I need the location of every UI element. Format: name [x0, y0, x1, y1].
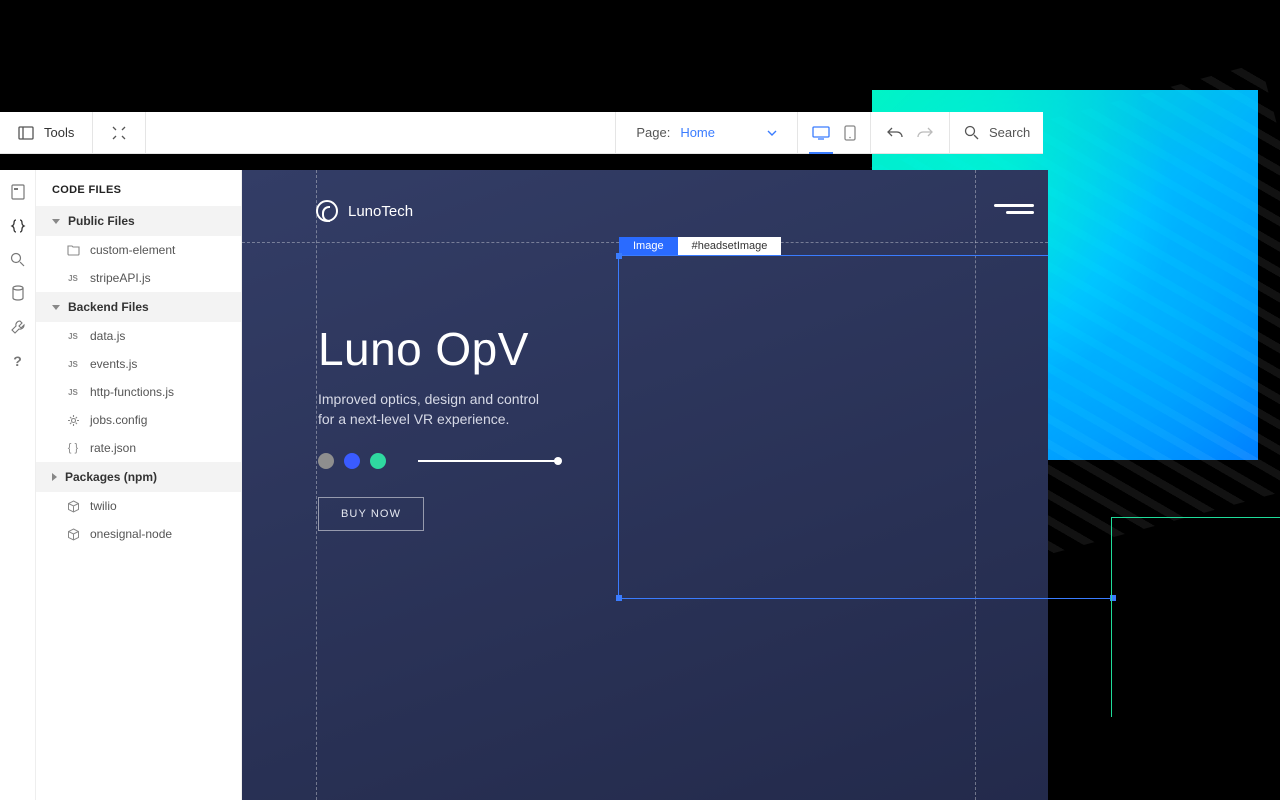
design-canvas[interactable]: LunoTech Luno OpV Improved optics, desig…	[242, 170, 1048, 800]
page-label: Page:	[636, 125, 670, 140]
rail-database-icon[interactable]	[10, 285, 26, 301]
desktop-device-button[interactable]	[812, 125, 830, 141]
desktop-icon	[812, 125, 830, 141]
file-item[interactable]: jobs.config	[36, 406, 241, 434]
swatch-1[interactable]	[318, 453, 334, 469]
search-button[interactable]: Search	[950, 125, 1044, 140]
accent-line-h	[1111, 517, 1280, 518]
file-item[interactable]: JS data.js	[36, 322, 241, 350]
file-item[interactable]: onesignal-node	[36, 520, 241, 548]
file-group-header[interactable]: Public Files	[36, 206, 241, 236]
brand-logo-icon	[316, 200, 338, 222]
collapse-icon	[111, 125, 127, 141]
rail-search-icon[interactable]	[10, 252, 25, 267]
top-toolbar-right: Search	[871, 112, 1043, 154]
undo-icon	[887, 126, 903, 140]
rail-tools-icon[interactable]	[10, 319, 26, 335]
search-icon	[964, 125, 979, 140]
swatch-2[interactable]	[344, 453, 360, 469]
file-name: data.js	[90, 329, 125, 343]
pkg-icon	[66, 500, 80, 513]
search-label: Search	[989, 125, 1030, 140]
hero-section: Luno OpV Improved optics, design and con…	[318, 322, 558, 531]
brand-name: LunoTech	[348, 203, 413, 220]
file-item[interactable]: JS events.js	[36, 350, 241, 378]
slider-track[interactable]	[418, 460, 558, 462]
js-icon: JS	[66, 332, 80, 341]
js-icon: JS	[66, 360, 80, 369]
file-name: custom-element	[90, 243, 175, 257]
file-name: onesignal-node	[90, 527, 172, 541]
file-item[interactable]: JS stripeAPI.js	[36, 264, 241, 292]
hero-subtitle: Improved optics, design and control for …	[318, 390, 558, 429]
file-name: stripeAPI.js	[90, 271, 151, 285]
selection-id-tag[interactable]: #headsetImage	[678, 237, 782, 255]
collapse-button[interactable]	[93, 112, 146, 153]
gear-icon	[66, 414, 80, 427]
mobile-icon	[844, 125, 856, 141]
tools-button[interactable]: Tools	[0, 112, 93, 153]
device-switcher	[798, 112, 871, 153]
js-icon: JS	[66, 388, 80, 397]
selection-type-tag[interactable]: Image	[619, 237, 678, 255]
selection-outline[interactable]: Image #headsetImage	[618, 255, 1048, 599]
selection-edge-bottom	[618, 598, 1114, 599]
file-group-header[interactable]: Backend Files	[36, 292, 241, 322]
file-name: http-functions.js	[90, 385, 174, 399]
chevron-down-icon	[767, 128, 777, 138]
hero-title: Luno OpV	[318, 322, 558, 376]
panel-icon	[18, 125, 34, 141]
rail-braces-icon[interactable]	[10, 218, 26, 234]
guide-vertical-left	[316, 170, 317, 800]
site-brand[interactable]: LunoTech	[316, 200, 413, 222]
folder-icon	[66, 244, 80, 256]
resize-handle-tl[interactable]	[616, 253, 622, 259]
accent-line-v	[1111, 517, 1112, 717]
redo-icon	[917, 126, 933, 140]
left-rail: ?	[0, 170, 36, 800]
file-item[interactable]: twilio	[36, 492, 241, 520]
mobile-device-button[interactable]	[844, 125, 856, 141]
rail-page-icon[interactable]	[10, 184, 26, 200]
panel-title: CODE FILES	[36, 170, 241, 206]
color-swatches	[318, 453, 558, 469]
file-name: events.js	[90, 357, 137, 371]
file-item[interactable]: custom-element	[36, 236, 241, 264]
buy-now-button[interactable]: BUY NOW	[318, 497, 424, 531]
redo-button[interactable]	[917, 126, 933, 140]
braces-icon: { }	[66, 442, 80, 454]
file-name: twilio	[90, 499, 117, 513]
code-files-panel: CODE FILES Public Files custom-element JS s…	[36, 170, 242, 800]
file-name: jobs.config	[90, 413, 147, 427]
menu-button[interactable]	[994, 204, 1034, 214]
file-name: rate.json	[90, 441, 136, 455]
file-item[interactable]: JS http-functions.js	[36, 378, 241, 406]
js-icon: JS	[66, 274, 80, 283]
undo-button[interactable]	[887, 126, 903, 140]
swatch-3[interactable]	[370, 453, 386, 469]
tools-label: Tools	[44, 125, 74, 140]
rail-help-icon[interactable]: ?	[13, 353, 22, 369]
page-value: Home	[680, 125, 715, 140]
top-toolbar: Tools Page: Home	[0, 112, 871, 154]
page-selector[interactable]: Page: Home	[615, 112, 798, 153]
file-item[interactable]: { } rate.json	[36, 434, 241, 462]
pkg-icon	[66, 528, 80, 541]
selection-tags: Image #headsetImage	[619, 237, 781, 255]
file-group-header[interactable]: Packages (npm)	[36, 462, 241, 492]
